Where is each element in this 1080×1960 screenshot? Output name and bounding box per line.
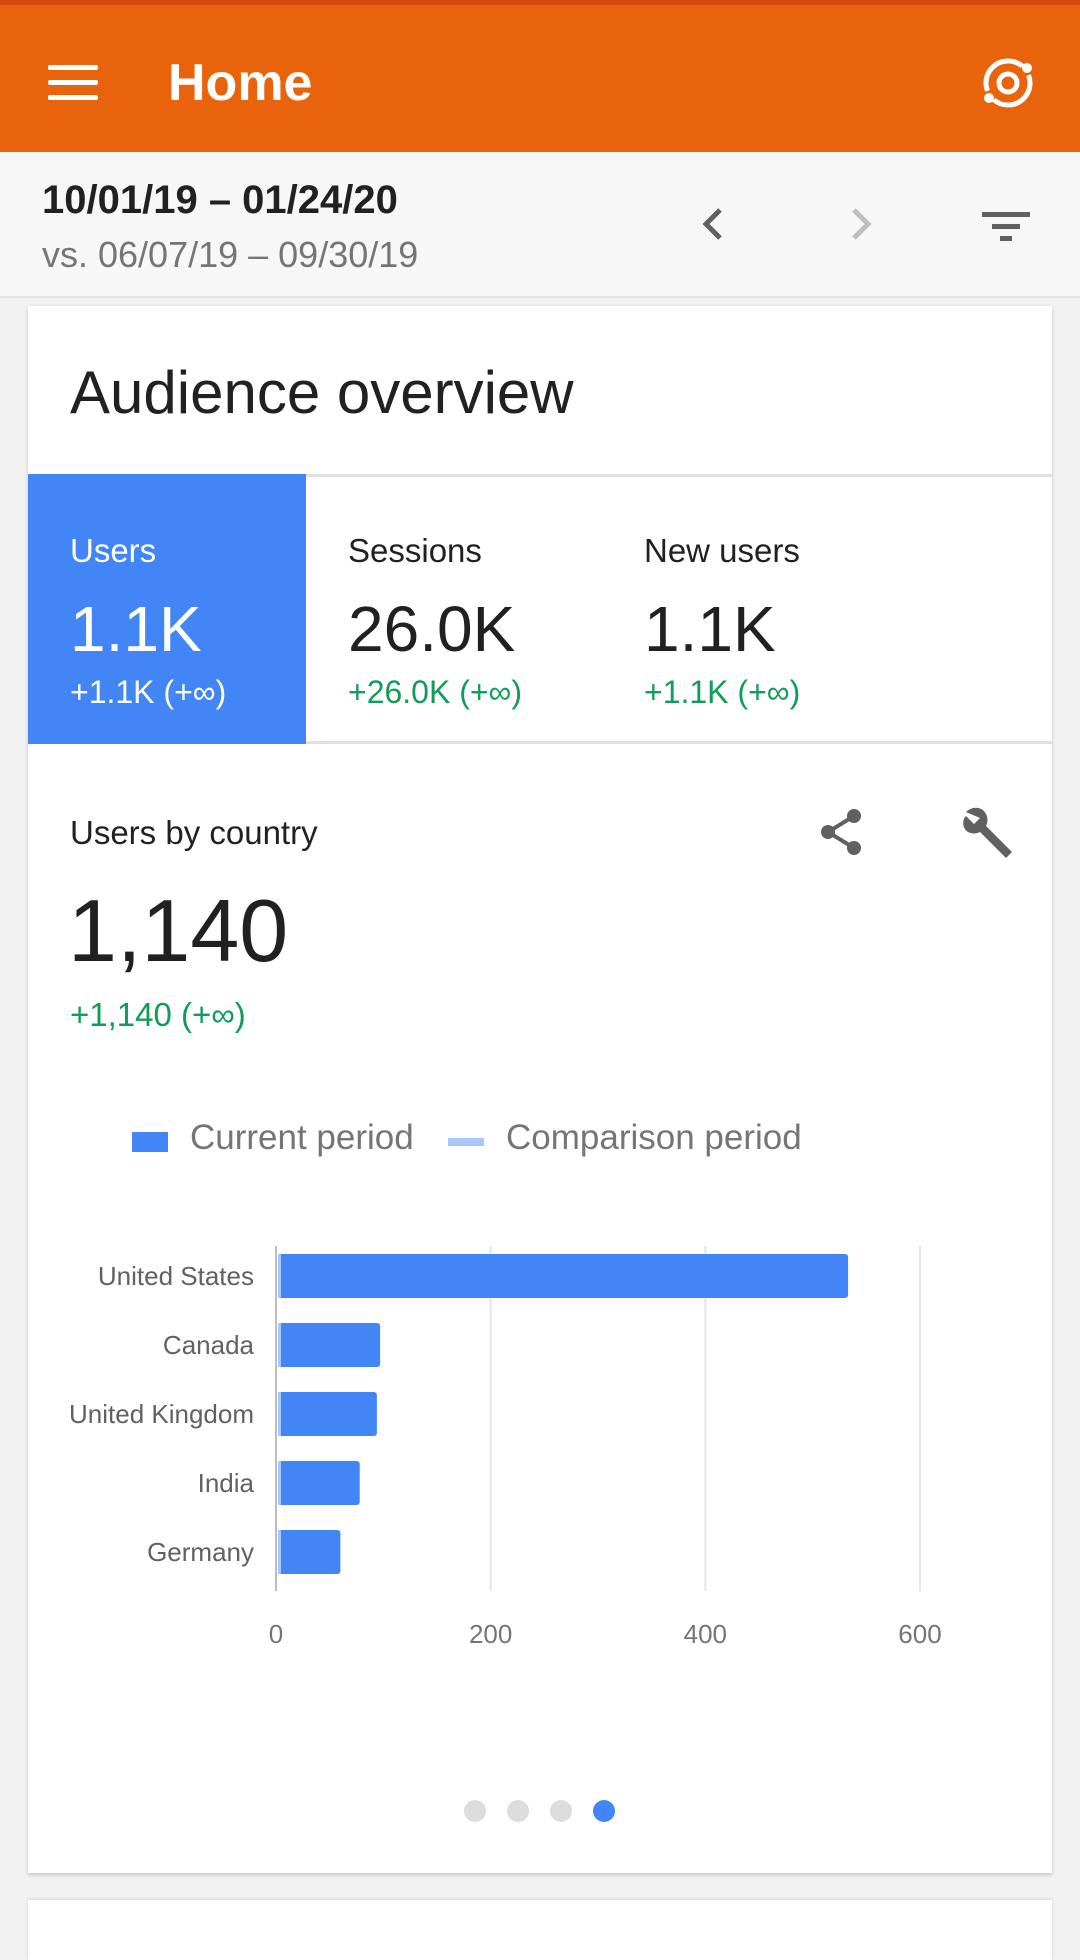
date-range-bar[interactable]: 10/01/19 – 01/24/20 vs. 06/07/19 – 09/30… (0, 152, 1080, 298)
bar-comparison-period (278, 1530, 281, 1574)
tab-label: Sessions (348, 532, 482, 569)
x-tick-label: 600 (898, 1619, 941, 1649)
page-title: Home (168, 54, 313, 112)
tab-value: 1.1K (70, 593, 202, 665)
page-dot-1[interactable] (464, 1800, 486, 1822)
date-range: 10/01/19 – 01/24/20 (42, 178, 398, 222)
tab-delta: +1.1K (+∞) (70, 674, 227, 710)
y-category-label: United Kingdom (69, 1399, 254, 1429)
bar-current-period (278, 1323, 381, 1367)
legend-comparison-swatch (448, 1138, 484, 1146)
metric-label: Users by country (70, 814, 318, 851)
metric-delta: +1,140 (+∞) (70, 996, 246, 1033)
page-dot-4[interactable] (593, 1800, 615, 1822)
y-category-label: United States (98, 1261, 254, 1291)
y-category-label: Canada (163, 1330, 255, 1360)
users-by-country-chart: 0 200 400 600 United States Canada United King… (69, 1246, 942, 1649)
metric-tabs: Users 1.1K +1.1K (+∞) Sessions 26.0K +26… (28, 474, 1052, 744)
tab-new-users[interactable]: New users 1.1K +1.1K (+∞) (602, 474, 898, 744)
tab-users[interactable]: Users 1.1K +1.1K (+∞) (28, 474, 306, 744)
tab-value: 1.1K (644, 593, 776, 665)
bar-comparison-period (278, 1254, 281, 1298)
legend-current-swatch (132, 1132, 168, 1152)
wrench-icon[interactable] (958, 802, 1020, 864)
sync-account-icon[interactable] (980, 55, 1036, 111)
legend-comparison-label: Comparison period (506, 1118, 802, 1157)
page-dot-2[interactable] (507, 1800, 529, 1822)
hamburger-menu-icon[interactable] (48, 65, 98, 101)
bar-current-period (278, 1254, 849, 1298)
bar-comparison-period (278, 1392, 281, 1436)
comparison-date-range: vs. 06/07/19 – 09/30/19 (42, 234, 419, 275)
bar-comparison-period (278, 1323, 281, 1367)
tab-label: New users (644, 532, 800, 569)
filter-icon[interactable] (978, 198, 1034, 254)
bar-comparison-period (278, 1461, 281, 1505)
pagination-dots (464, 1800, 644, 1824)
legend-current-label: Current period (190, 1118, 414, 1157)
x-tick-label: 400 (684, 1619, 727, 1649)
y-category-label: India (198, 1468, 255, 1498)
bar-current-period (278, 1461, 360, 1505)
y-category-label: Germany (147, 1537, 254, 1567)
metric-value: 1,140 (68, 881, 289, 980)
tab-value: 26.0K (348, 593, 516, 665)
tab-delta: +26.0K (+∞) (348, 674, 523, 710)
card-title: Audience overview (70, 359, 574, 426)
chevron-right-icon[interactable] (832, 196, 888, 252)
next-card (28, 1900, 1052, 1960)
chevron-left-icon[interactable] (686, 196, 742, 252)
page-dot-3[interactable] (550, 1800, 572, 1822)
x-tick-label: 0 (269, 1619, 283, 1649)
app-bar: Home (0, 0, 1080, 152)
tab-sessions[interactable]: Sessions 26.0K +26.0K (+∞) (306, 474, 602, 744)
audience-overview-card: Audience overview Users 1.1K +1.1K (+∞) … (28, 306, 1052, 1873)
tab-delta: +1.1K (+∞) (644, 674, 801, 710)
bar-current-period (278, 1530, 341, 1574)
bar-current-period (278, 1392, 377, 1436)
x-tick-label: 200 (469, 1619, 512, 1649)
tab-label: Users (70, 532, 157, 569)
share-icon[interactable] (814, 804, 870, 860)
